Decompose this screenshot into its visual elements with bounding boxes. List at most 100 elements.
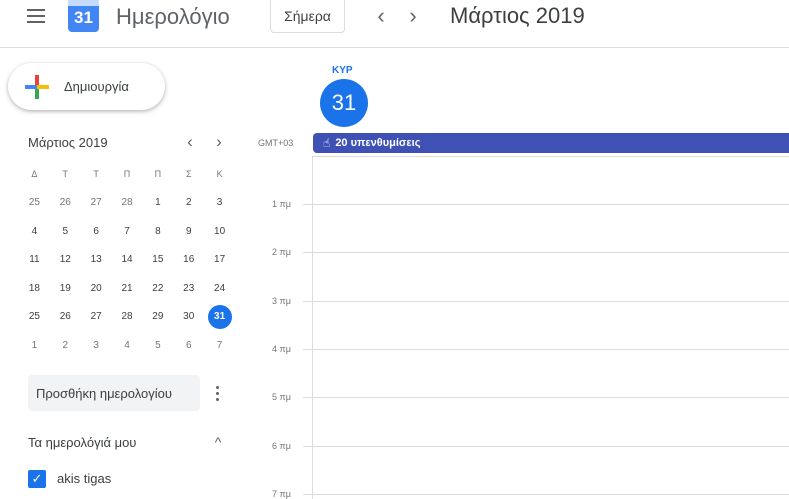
mini-calendar-day[interactable]: 6	[173, 331, 204, 360]
plus-icon	[25, 75, 49, 99]
day-number-label: 17	[214, 254, 226, 266]
mini-calendar-day[interactable]: 14	[112, 246, 143, 275]
hour-line	[303, 300, 789, 302]
day-number-label: 25	[28, 311, 40, 323]
mini-calendar-week-row: 25 26 27 28 29 30 31	[19, 303, 235, 332]
calendar-logo-icon: 31	[68, 0, 99, 32]
mini-calendar-day[interactable]: 21	[112, 274, 143, 303]
mini-calendar-day[interactable]: 25	[19, 303, 50, 332]
mini-calendar-day[interactable]: 2	[50, 331, 81, 360]
mini-calendar-day[interactable]: 19	[50, 274, 81, 303]
create-label: Δημιουργία	[64, 79, 129, 94]
day-number-label: 27	[90, 311, 102, 323]
mini-calendar-day[interactable]: 7	[112, 217, 143, 246]
my-calendars-heading: Τα ημερολόγιά μου	[28, 435, 137, 450]
next-period-button[interactable]: ›	[399, 2, 427, 30]
day-number-label: 12	[59, 254, 71, 266]
mini-calendar-day[interactable]: 23	[173, 274, 204, 303]
mini-calendar-day[interactable]: 8	[142, 217, 173, 246]
mini-calendar-day[interactable]: 25	[19, 189, 50, 218]
mini-calendar-prev-button[interactable]: ‹	[179, 131, 201, 153]
mini-calendar-day[interactable]: 7	[204, 331, 235, 360]
chevron-right-icon: ›	[216, 132, 222, 151]
mini-calendar-day[interactable]: 12	[50, 246, 81, 275]
hour-line	[303, 493, 789, 495]
mini-calendar-day[interactable]: 15	[142, 246, 173, 275]
create-button[interactable]: Δημιουργία	[8, 63, 165, 110]
mini-calendar-day[interactable]: 24	[204, 274, 235, 303]
hour-line	[303, 252, 789, 254]
chevron-right-icon: ›	[409, 3, 417, 28]
add-calendar-input[interactable]: Προσθήκη ημερολογίου	[28, 375, 200, 411]
previous-period-button[interactable]: ‹	[367, 2, 395, 30]
chevron-up-icon: ^	[214, 434, 222, 450]
chevron-left-icon: ‹	[187, 132, 193, 151]
day-number-label: 4	[31, 225, 38, 237]
more-options-icon[interactable]	[212, 383, 224, 405]
day-number-label: 19	[59, 282, 71, 294]
mini-calendar-weekday-row: ΔΤΤΠΠΣΚ	[19, 160, 235, 189]
mini-calendar-day[interactable]: 5	[50, 217, 81, 246]
mini-calendar-day[interactable]: 30	[173, 303, 204, 332]
day-number-label: 2	[62, 339, 69, 351]
day-number-label: 16	[183, 254, 195, 266]
mini-calendar-day[interactable]: 22	[142, 274, 173, 303]
day-number-label: 5	[62, 225, 69, 237]
mini-calendar-week-row: 1 2 3 4 5 6 7	[19, 331, 235, 360]
hour-label: 2 πμ	[272, 247, 291, 258]
day-of-week: ΚΥΡ	[332, 65, 353, 76]
mini-calendar-day[interactable]: 26	[50, 189, 81, 218]
time-grid-divider	[312, 156, 313, 499]
day-number-label: 22	[152, 282, 164, 294]
mini-calendar-day[interactable]: 11	[19, 246, 50, 275]
mini-calendar-day[interactable]: 3	[81, 331, 112, 360]
weekday-label: Σ	[185, 169, 192, 180]
today-button[interactable]: Σήμερα	[270, 0, 345, 33]
app-title: Ημερολόγιο	[116, 4, 230, 29]
mini-calendar-day[interactable]: 20	[81, 274, 112, 303]
day-number-label: 15	[152, 254, 164, 266]
day-number-label: 28	[121, 311, 133, 323]
mini-calendar-day[interactable]: 6	[81, 217, 112, 246]
day-number-label: 29	[152, 311, 164, 323]
mini-calendar-day[interactable]: 18	[19, 274, 50, 303]
mini-calendar-day[interactable]: 4	[19, 217, 50, 246]
mini-calendar-week-row: 18 19 20 21 22 23 24	[19, 274, 235, 303]
hour-line	[303, 348, 789, 350]
mini-calendar-next-button[interactable]: ›	[208, 131, 230, 153]
mini-calendar-day[interactable]: 2	[173, 189, 204, 218]
mini-calendar-day[interactable]: 5	[142, 331, 173, 360]
mini-calendar-day[interactable]: 1	[142, 189, 173, 218]
hour-label: 3 πμ	[272, 295, 291, 306]
mini-calendar-day[interactable]: 10	[204, 217, 235, 246]
mini-calendar-day-today[interactable]: 31	[204, 303, 235, 332]
day-number-label: 23	[183, 282, 195, 294]
mini-calendar-day[interactable]: 27	[81, 189, 112, 218]
mini-calendar-day[interactable]: 3	[204, 189, 235, 218]
mini-calendar-day[interactable]: 16	[173, 246, 204, 275]
reminders-bar[interactable]: ☝ 20 υπενθυμίσεις	[313, 133, 789, 153]
day-number-label: 11	[29, 254, 40, 266]
mini-calendar-week-row: 25 26 27 28 1 2 3	[19, 189, 235, 218]
day-number[interactable]: 31	[320, 79, 368, 127]
day-number-label: 30	[183, 311, 195, 323]
mini-calendar-day[interactable]: 28	[112, 189, 143, 218]
day-number-label: 26	[59, 197, 71, 209]
mini-calendar-day[interactable]: 4	[112, 331, 143, 360]
day-number-label: 21	[121, 282, 133, 294]
day-number-label: 25	[28, 197, 40, 209]
mini-calendar-day[interactable]: 9	[173, 217, 204, 246]
day-number-label: 28	[121, 197, 133, 209]
mini-calendar-day[interactable]: 17	[204, 246, 235, 275]
mini-calendar-day[interactable]: 13	[81, 246, 112, 275]
calendar-checkbox[interactable]: ✓	[28, 470, 46, 488]
mini-calendar-day[interactable]: 29	[142, 303, 173, 332]
mini-calendar-day[interactable]: 26	[50, 303, 81, 332]
collapse-my-calendars-button[interactable]: ^	[208, 432, 228, 452]
mini-calendar-day[interactable]: 28	[112, 303, 143, 332]
main-menu-icon[interactable]	[23, 5, 49, 27]
mini-calendar-day[interactable]: 27	[81, 303, 112, 332]
check-icon: ✓	[31, 471, 43, 486]
mini-calendar-day[interactable]: 1	[19, 331, 50, 360]
weekday-label: Τ	[93, 169, 99, 180]
